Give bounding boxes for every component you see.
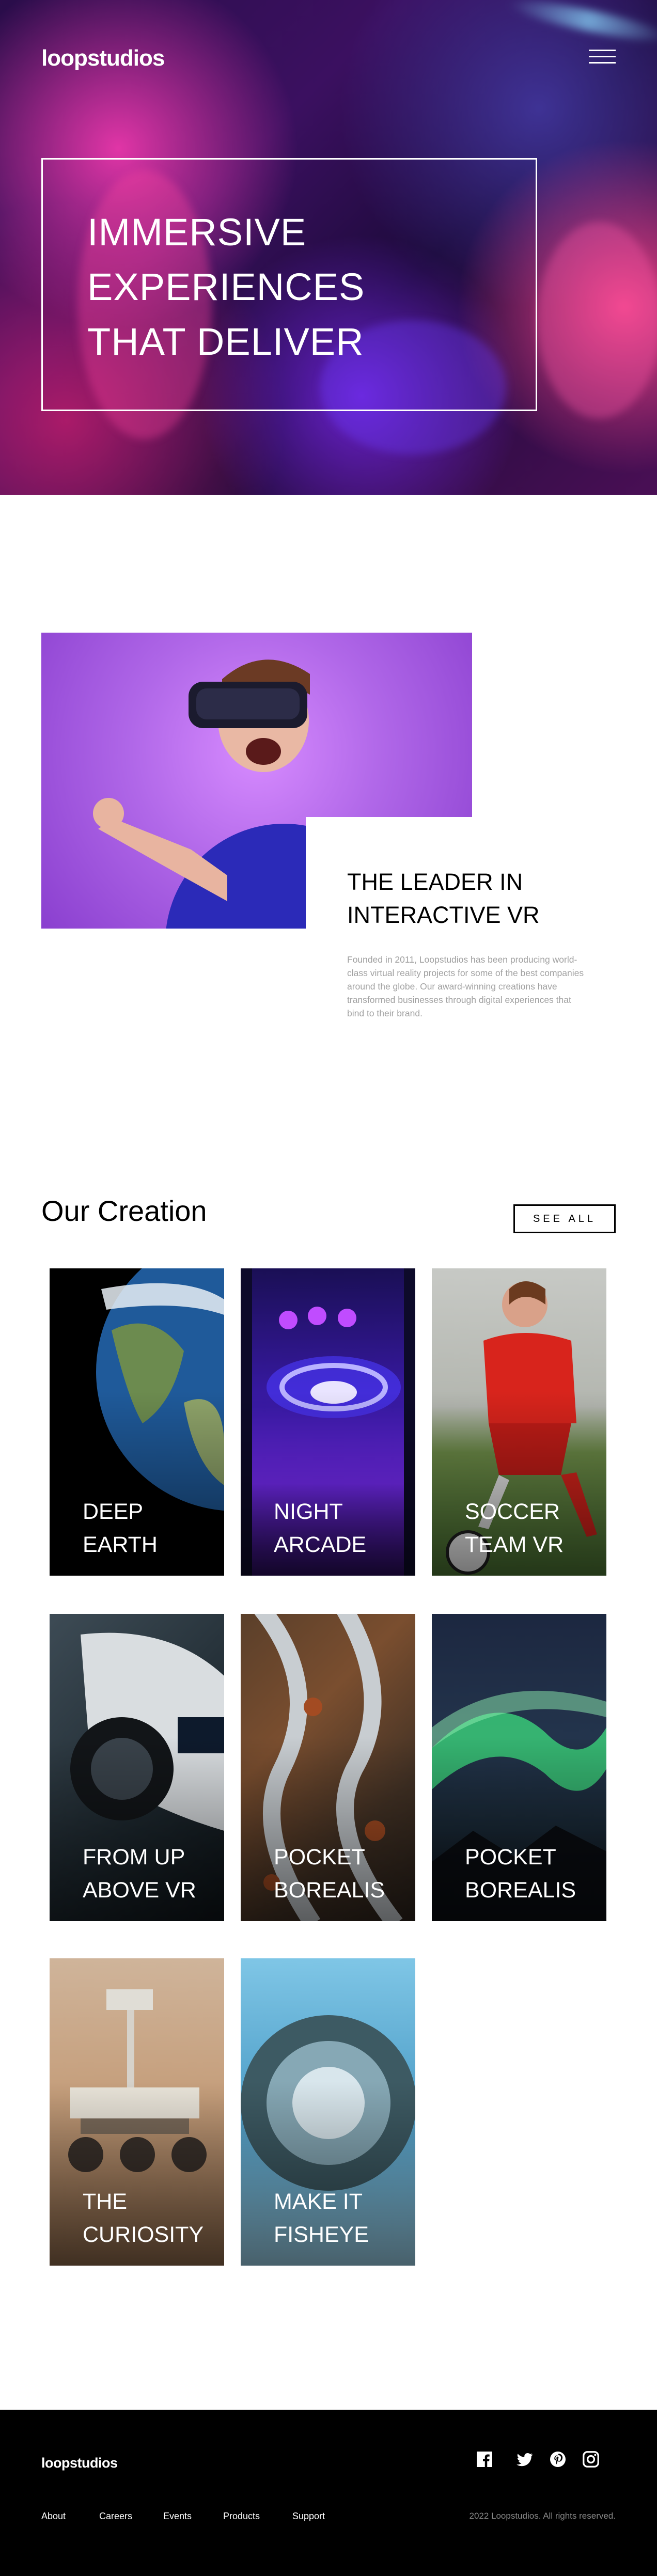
hamburger-menu-icon[interactable] [589, 50, 616, 64]
creation-label: Make it fisheye [274, 2189, 369, 2247]
hero-section: loopstudios Immersive experiences that d… [0, 0, 657, 495]
creation-card-pocket-borealis-2[interactable]: Pocket borealis [432, 1614, 606, 1921]
creation-label: Pocket borealis [465, 1845, 576, 1903]
footer-link-careers[interactable]: Careers [99, 2511, 132, 2522]
creation-card-the-curiosity[interactable]: The curiosity [50, 1958, 224, 2266]
creation-card-night-arcade[interactable]: Night arcade [241, 1268, 415, 1576]
creation-card-from-up-above-vr[interactable]: From up above VR [50, 1614, 224, 1921]
creation-card-soccer-team-vr[interactable]: Soccer team VR [432, 1268, 606, 1576]
site-logo[interactable]: loopstudios [41, 45, 165, 71]
creation-card-pocket-borealis[interactable]: Pocket borealis [241, 1614, 415, 1921]
interactive-title: The leader in interactive VR [347, 869, 540, 928]
creation-label: Deep earth [83, 1499, 158, 1557]
see-all-button[interactable]: See all [513, 1204, 616, 1233]
creations-title: Our Creation [41, 1195, 207, 1227]
footer-logo[interactable]: loopstudios [41, 2455, 118, 2471]
creation-label: Night arcade [274, 1499, 367, 1557]
creation-label: Soccer team VR [465, 1499, 564, 1557]
creation-card-deep-earth[interactable]: Deep earth [50, 1268, 224, 1576]
interactive-text: Founded in 2011, Loopstudios has been pr… [347, 954, 584, 1018]
pinterest-icon[interactable] [549, 2450, 567, 2469]
footer-link-support[interactable]: Support [292, 2511, 325, 2522]
hero-title: Immersive experiences that deliver [87, 211, 365, 363]
footer: loopstudios About Careers Events Product… [0, 2410, 657, 2576]
facebook-icon[interactable] [475, 2450, 494, 2469]
twitter-icon[interactable] [515, 2450, 534, 2469]
creation-label: Pocket borealis [274, 1845, 385, 1903]
instagram-icon[interactable] [582, 2450, 600, 2469]
hero-title-box: Immersive experiences that deliver [41, 158, 537, 411]
hero-light-glow [537, 222, 657, 418]
footer-link-about[interactable]: About [41, 2511, 66, 2522]
footer-link-products[interactable]: Products [223, 2511, 260, 2522]
creation-label: From up above VR [83, 1845, 196, 1903]
hero-light-streak [506, 0, 657, 48]
footer-copyright: 2022 Loopstudios. All rights reserved. [469, 2511, 616, 2521]
creation-label: The curiosity [83, 2189, 204, 2247]
footer-link-events[interactable]: Events [163, 2511, 192, 2522]
creation-card-make-it-fisheye[interactable]: Make it fisheye [241, 1958, 415, 2266]
